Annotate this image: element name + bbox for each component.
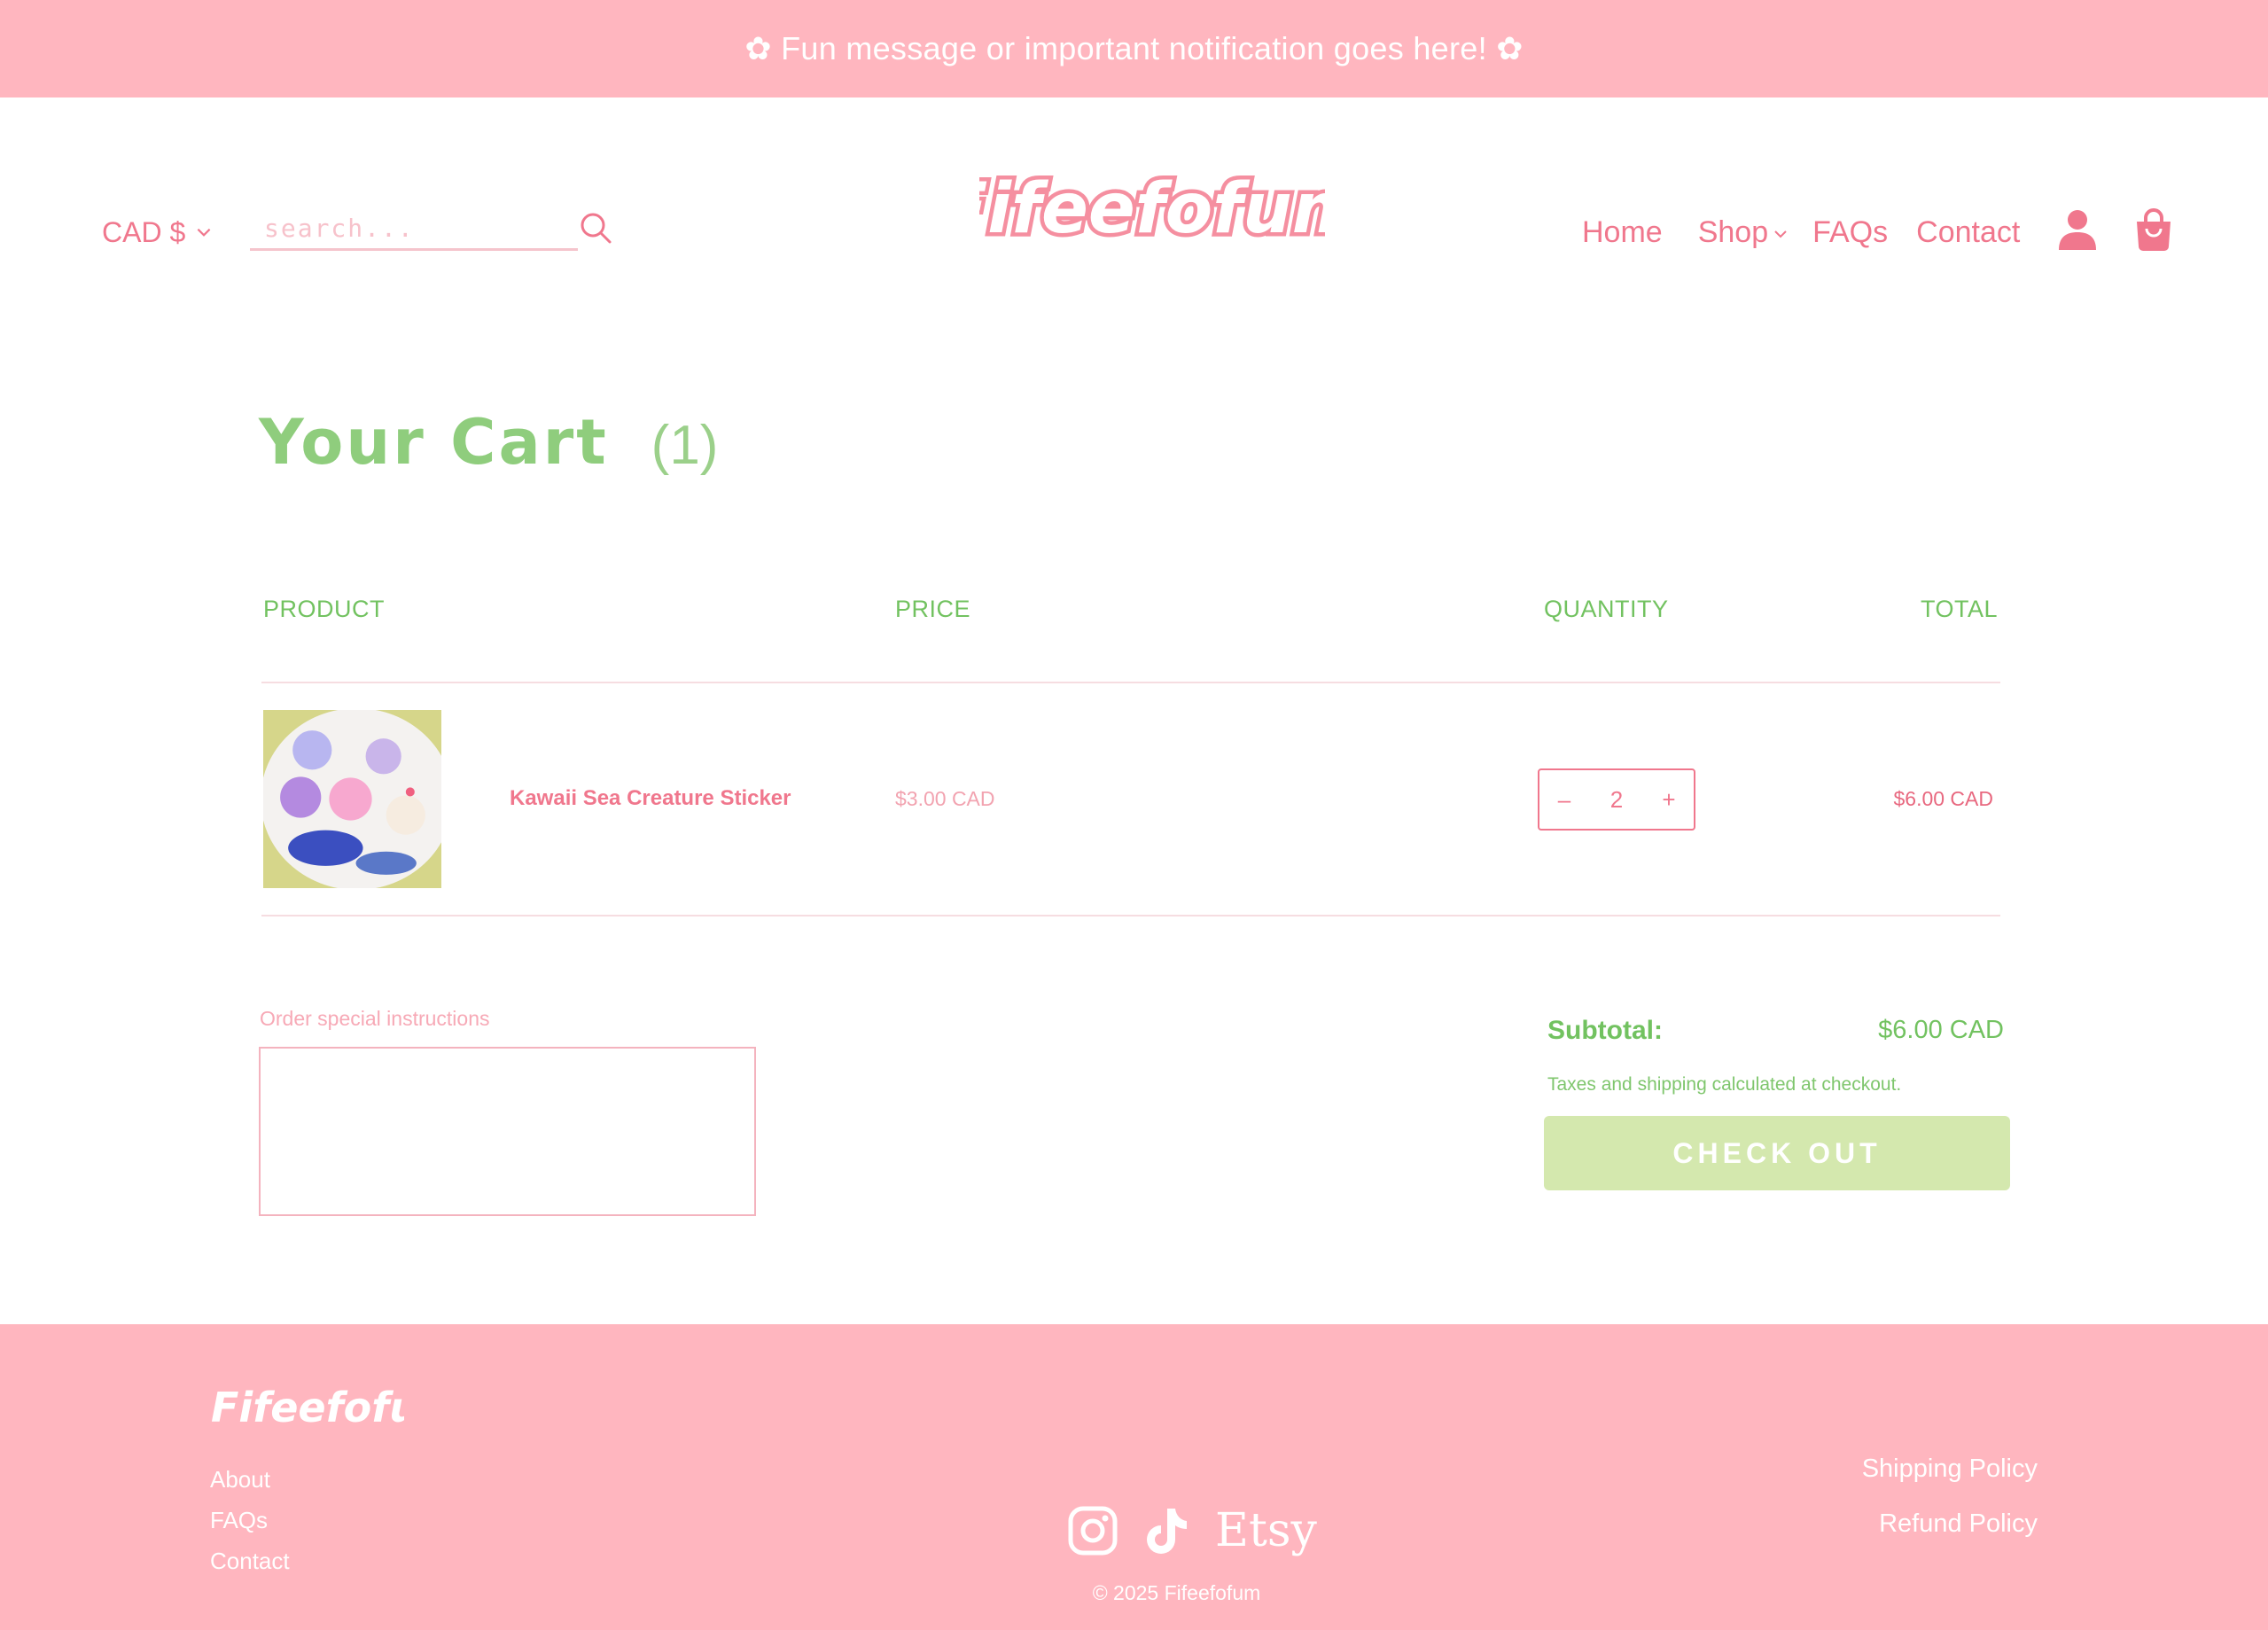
search-input[interactable]	[250, 208, 578, 251]
svg-text:Fifeefofum: Fifeefofum	[979, 169, 1325, 249]
tax-note: Taxes and shipping calculated at checkou…	[1547, 1074, 1902, 1095]
tiktok-link[interactable]	[1141, 1505, 1190, 1556]
page-title: Your Cart	[259, 406, 609, 479]
footer-link-faqs[interactable]: FAQs	[210, 1500, 290, 1540]
footer-policies: Shipping Policy Refund Policy	[1862, 1441, 2038, 1551]
quantity-decrease-button[interactable]: –	[1554, 786, 1575, 814]
cart-item-row: Kawaii Sea Creature Sticker $3.00 CAD – …	[261, 683, 2000, 915]
product-price: $3.00 CAD	[895, 787, 995, 810]
chevron-down-icon	[197, 228, 211, 237]
column-header-total: TOTAL	[1921, 596, 1999, 622]
subtotal-value: $6.00 CAD	[1878, 1016, 2004, 1044]
column-header-price: PRICE	[895, 596, 971, 622]
copyright: © 2025 Fifeefofum	[1092, 1581, 1261, 1604]
product-image[interactable]	[263, 710, 441, 888]
footer-link-about[interactable]: About	[210, 1459, 290, 1500]
sticker-image	[263, 710, 441, 888]
line-total: $6.00 CAD	[1893, 787, 1993, 810]
svg-text:Fifeefofum: Fifeefofum	[211, 1384, 404, 1431]
nav-home[interactable]: Home	[1582, 215, 1663, 250]
footer-link-refund-policy[interactable]: Refund Policy	[1862, 1496, 2038, 1551]
announcement-text: ✿ Fun message or important notification …	[744, 30, 1524, 66]
footer-link-contact[interactable]: Contact	[210, 1540, 290, 1581]
subtotal-label: Subtotal:	[1547, 1016, 1663, 1045]
site-logo[interactable]: Fifeefofum	[936, 151, 1368, 266]
notes-label: Order special instructions	[260, 1007, 490, 1030]
account-button[interactable]	[2053, 202, 2102, 257]
account-icon	[2059, 210, 2096, 250]
product-name[interactable]: Kawaii Sea Creature Sticker	[510, 786, 791, 811]
checkout-button[interactable]: CHECK OUT	[1544, 1116, 2010, 1190]
tiktok-icon	[1147, 1509, 1187, 1554]
quantity-stepper: – 2 +	[1538, 768, 1695, 831]
search-button[interactable]	[573, 199, 618, 256]
nav-shop-label: Shop	[1697, 214, 1769, 249]
footer-logo-wordmark: Fifeefofum	[211, 1384, 461, 1431]
footer-links: About FAQs Contact	[210, 1459, 290, 1581]
etsy-link[interactable]: Etsy	[1215, 1504, 1317, 1557]
footer-link-shipping-policy[interactable]: Shipping Policy	[1862, 1441, 2038, 1496]
search-icon	[581, 213, 612, 244]
column-header-quantity: QUANTITY	[1544, 596, 1669, 622]
instagram-link[interactable]	[1068, 1505, 1118, 1556]
nav-contact[interactable]: Contact	[1916, 215, 2020, 250]
cart-heading: Your Cart (1)	[259, 406, 718, 495]
instagram-icon	[1068, 1506, 1118, 1556]
divider	[261, 915, 2000, 916]
footer-logo[interactable]: Fifeefofum	[209, 1376, 461, 1438]
site-footer: Fifeefofum About FAQs Contact Etsy Shipp…	[0, 1324, 2268, 1630]
search-bar	[250, 199, 613, 261]
site-header: CAD $ Fifeefofum Home Shop FAQs Contact	[0, 97, 2268, 275]
currency-selector[interactable]: CAD $	[102, 206, 214, 259]
social-links: Etsy	[1068, 1500, 1317, 1562]
cart-button[interactable]	[2129, 202, 2178, 257]
nav-shop[interactable]: Shop	[1698, 215, 1789, 250]
shopping-bag-icon	[2137, 208, 2171, 251]
logo-wordmark: Fifeefofum	[936, 166, 1368, 253]
quantity-input[interactable]: 2	[1590, 786, 1643, 814]
currency-label: CAD $	[102, 215, 186, 248]
cart-count: (1)	[651, 415, 719, 476]
chevron-down-icon	[1774, 230, 1787, 238]
column-header-product: PRODUCT	[263, 596, 385, 622]
order-notes-field[interactable]	[259, 1047, 756, 1216]
quantity-increase-button[interactable]: +	[1658, 786, 1680, 814]
announcement-bar: ✿ Fun message or important notification …	[0, 0, 2268, 97]
main-nav: Home Shop FAQs Contact	[1582, 206, 2020, 259]
nav-faqs[interactable]: FAQs	[1812, 215, 1888, 250]
